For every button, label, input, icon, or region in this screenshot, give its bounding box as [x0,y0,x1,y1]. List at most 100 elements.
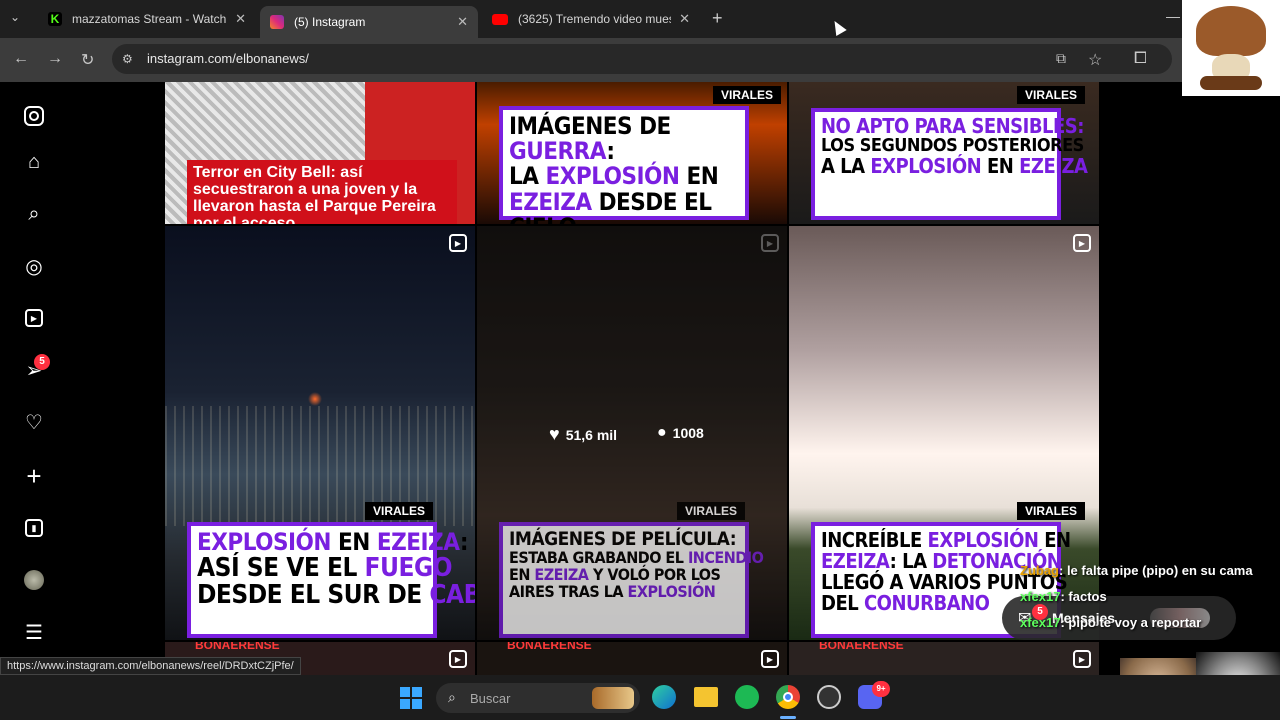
chat-username: Zubag [1020,563,1059,578]
install-app-icon[interactable]: ⧉ [1056,50,1066,67]
heart-icon: ♥ [549,424,560,444]
mouse-cursor-icon [829,17,847,37]
chat-message: xfex17: factos [1020,589,1107,604]
edge-icon[interactable] [652,685,676,709]
notifications-heart-icon[interactable]: ♡ [22,410,46,434]
chat-username: xfex17 [1020,589,1061,604]
url-field[interactable]: ⚙ instagram.com/elbonanews/ [112,44,1172,74]
file-explorer-icon[interactable] [694,687,718,707]
close-icon[interactable]: ✕ [235,11,246,27]
notifications-badge: 5 [34,354,50,370]
bookmark-star-icon[interactable]: ☆ [1088,50,1102,70]
virales-tag: VIRALES [676,502,745,520]
status-bar-url: https://www.instagram.com/elbonanews/ree… [0,657,301,675]
headline-line: LA EXPLOSIÓN EN [509,162,719,191]
tab-list-chevron-icon[interactable]: ⌄ [10,10,20,24]
close-icon[interactable]: ✕ [457,14,468,30]
headline-line: NO APTO PARA SENSIBLES: [821,114,1084,138]
streamer-avatar-overlay [1182,0,1280,96]
reload-icon[interactable]: ↻ [81,50,94,70]
post-tile[interactable]: BONAERENSE ▶ [477,642,787,675]
forward-icon[interactable]: → [47,50,63,68]
search-icon: ⌕ [448,689,456,705]
headline-line: ASÍ SE VE EL FUEGO [197,553,453,584]
reels-icon[interactable]: ▶ [22,306,46,330]
youtube-icon [492,13,508,25]
explore-icon[interactable]: ◎ [22,254,46,278]
instagram-sidebar: ⌂ ⌕ ◎ ▶ ➢ 5 ♡ + ▮ ☰ [0,82,68,657]
spotify-icon[interactable] [735,685,759,709]
tab-title: mazzatomas Stream - Watch Li [72,12,228,26]
chat-message: Zubag: le falta pipe (pipo) en su cama [1020,563,1253,578]
dashboard-icon[interactable]: ▮ [22,516,46,540]
post-tile[interactable]: ▶ ♥ 51,6 mil ● 1008 VIRALES IMÁGENES DE … [477,226,787,640]
brand-label: BONAERENSE [507,642,592,652]
chrome-active-indicator [780,716,796,719]
brand-label: BONAERENSE [195,642,280,652]
reel-icon: ▶ [1073,650,1091,668]
minimize-button[interactable]: — [1166,8,1180,24]
virales-tag: VIRALES [1016,86,1085,104]
windows-start-icon[interactable] [400,687,422,709]
tab-title: (5) Instagram [294,15,366,29]
tab-title: (3625) Tremendo video muestr [518,12,672,26]
post-tile[interactable]: ▶ VIRALES EXPLOSIÓN EN EZEIZA: ASÍ SE VE… [165,226,475,640]
reel-icon: ▶ [449,234,467,252]
search-placeholder: Buscar [470,691,511,706]
chrome-icon[interactable] [776,685,800,709]
headline-line: A LA EXPLOSIÓN EN EZEIZA [821,153,1088,178]
reel-icon: ▶ [1073,234,1091,252]
fire-glow [308,392,322,406]
headline-line: EXPLOSIÓN EN EZEIZA: [197,528,469,556]
tab-youtube[interactable]: (3625) Tremendo video muestr ✕ [482,6,700,32]
reel-icon: ▶ [449,650,467,668]
post-tile[interactable]: VIRALES IMÁGENES DE GUERRA: LA EXPLOSIÓN… [477,82,787,224]
search-highlight-icon [592,687,634,709]
kick-icon: K [48,12,62,26]
close-icon[interactable]: ✕ [679,11,690,27]
likes-count-group: ♥ 51,6 mil [549,424,617,445]
chat-text: : factos [1060,589,1107,604]
more-menu-icon[interactable]: ☰ [22,620,46,644]
headline-line: INCREÍBLE EXPLOSIÓN EN [821,528,1071,552]
url-text: instagram.com/elbonanews/ [147,51,309,66]
address-bar: ← → ↻ ⚙ instagram.com/elbonanews/ ⧉ ☆ ⧠ [0,38,1280,82]
search-icon[interactable]: ⌕ [22,202,46,226]
tab-instagram[interactable]: (5) Instagram ✕ [260,6,478,38]
headline-line: AIRES TRAS LA EXPLOSIÓN [509,581,716,601]
post-tile[interactable]: Terror en City Bell: así secuestraron a … [165,82,475,224]
discord-badge: 9+ [872,681,890,697]
chat-username: xfex17 [1020,615,1061,630]
home-icon[interactable]: ⌂ [22,150,46,174]
windows-taskbar: ⌕ Buscar 9+ [0,675,1280,720]
chat-text: : le falta pipe (pipo) en su cama [1059,563,1253,578]
instagram-logo-icon[interactable] [22,104,46,128]
reel-icon: ▶ [761,650,779,668]
profile-avatar[interactable] [22,568,46,592]
brand-label: BONAERENSE [819,642,904,652]
post-headline-card: NO APTO PARA SENSIBLES: LOS SEGUNDOS POS… [811,108,1088,220]
post-headline-card: IMÁGENES DE GUERRA: LA EXPLOSIÓN EN EZEI… [499,106,749,224]
headline-line: DESDE EL SUR DE CABA [197,580,475,611]
new-tab-button[interactable]: + [712,8,723,29]
goomba-feet [1200,76,1262,90]
post-tile[interactable]: VIRALES NO APTO PARA SENSIBLES: LOS SEGU… [789,82,1099,224]
post-headline-card: EXPLOSIÓN EN EZEIZA: ASÍ SE VE EL FUEGO … [187,522,475,638]
site-info-icon[interactable]: ⚙ [122,44,133,74]
obs-icon[interactable] [817,685,841,709]
taskbar-search[interactable]: ⌕ Buscar [436,683,640,713]
extensions-icon[interactable]: ⧠ [1134,50,1147,68]
chat-text: : pipo te voy a reportar [1060,615,1202,630]
headline-line: EZEIZA DESDE EL CIELO [509,187,712,224]
back-icon[interactable]: ← [13,50,29,68]
post-tile[interactable]: BONAERENSE ▶ [789,642,1099,675]
chat-message: xfex17: pipo te voy a reportar [1020,615,1201,630]
headline-line: IMÁGENES DE PELÍCULA: [509,528,737,550]
virales-tag: VIRALES [364,502,433,520]
tab-bar: ⌄ K mazzatomas Stream - Watch Li ✕ (5) I… [0,0,1280,38]
post-headline: Terror en City Bell: así secuestraron a … [187,160,457,224]
instagram-icon [270,15,284,29]
create-icon[interactable]: + [22,461,46,491]
tab-kick[interactable]: K mazzatomas Stream - Watch Li ✕ [38,6,256,32]
comments-count: 1008 [672,425,704,441]
